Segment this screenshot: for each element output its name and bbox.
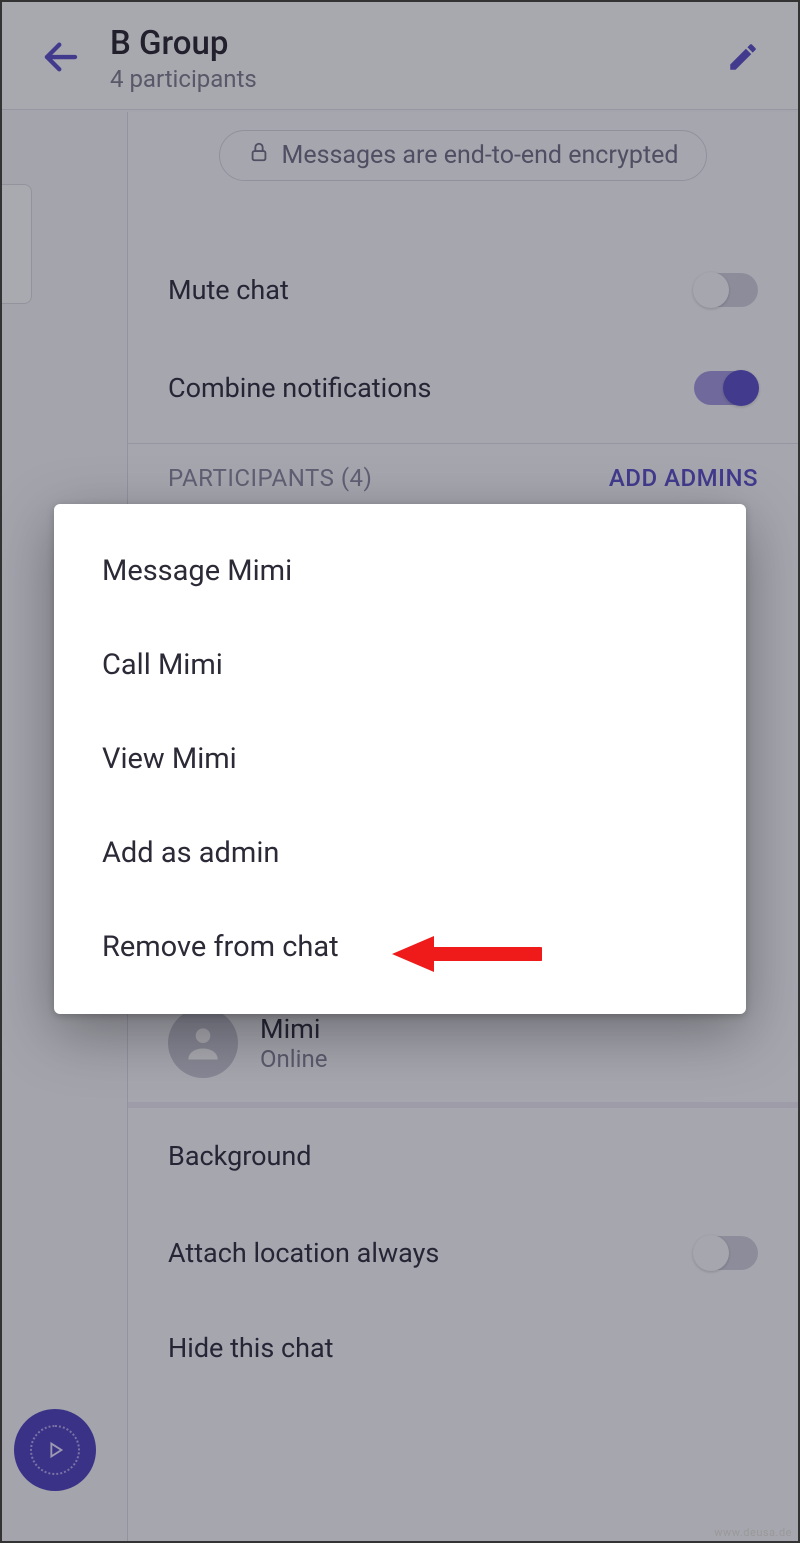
watermark: www.deusa.de xyxy=(714,1526,792,1539)
menu-view[interactable]: View Mimi xyxy=(54,712,746,806)
annotation-arrow-icon xyxy=(392,930,542,982)
menu-call[interactable]: Call Mimi xyxy=(54,618,746,712)
menu-message[interactable]: Message Mimi xyxy=(54,524,746,618)
menu-add-admin[interactable]: Add as admin xyxy=(54,806,746,900)
